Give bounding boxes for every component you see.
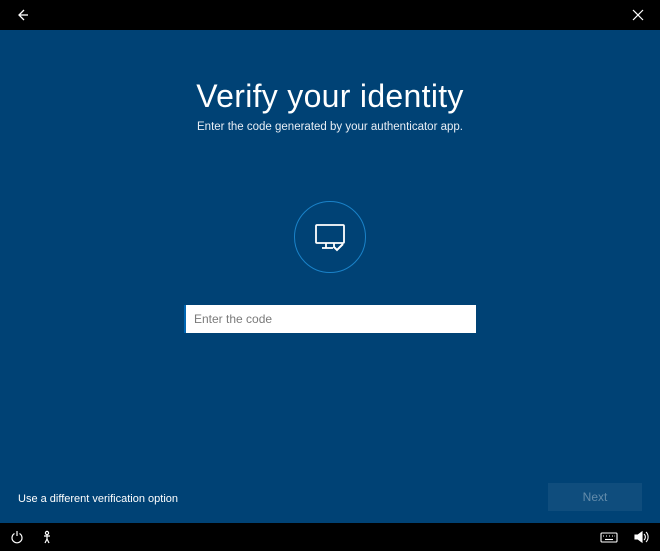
volume-icon [634, 530, 650, 544]
main-content: Verify your identity Enter the code gene… [0, 30, 660, 523]
verify-icon-circle [294, 201, 366, 273]
title-bar [0, 0, 660, 30]
page-subtitle: Enter the code generated by your authent… [197, 121, 463, 133]
power-icon [10, 530, 24, 544]
arrow-left-icon [14, 7, 30, 23]
next-button[interactable]: Next [548, 483, 642, 511]
close-button[interactable] [626, 3, 650, 27]
bottom-taskbar [0, 523, 660, 551]
bottom-right-tray [600, 530, 650, 544]
keyboard-icon [600, 531, 618, 543]
close-icon [632, 9, 644, 21]
ease-of-access-icon [40, 530, 54, 544]
page-title: Verify your identity [196, 78, 463, 115]
power-button[interactable] [10, 530, 24, 544]
monitor-check-icon [310, 219, 350, 255]
bottom-left-tray [10, 530, 54, 544]
alt-verification-link[interactable]: Use a different verification option [18, 493, 178, 505]
volume-button[interactable] [634, 530, 650, 544]
back-button[interactable] [10, 3, 34, 27]
keyboard-button[interactable] [600, 531, 618, 543]
ease-of-access-button[interactable] [40, 530, 54, 544]
code-input[interactable] [184, 305, 476, 333]
